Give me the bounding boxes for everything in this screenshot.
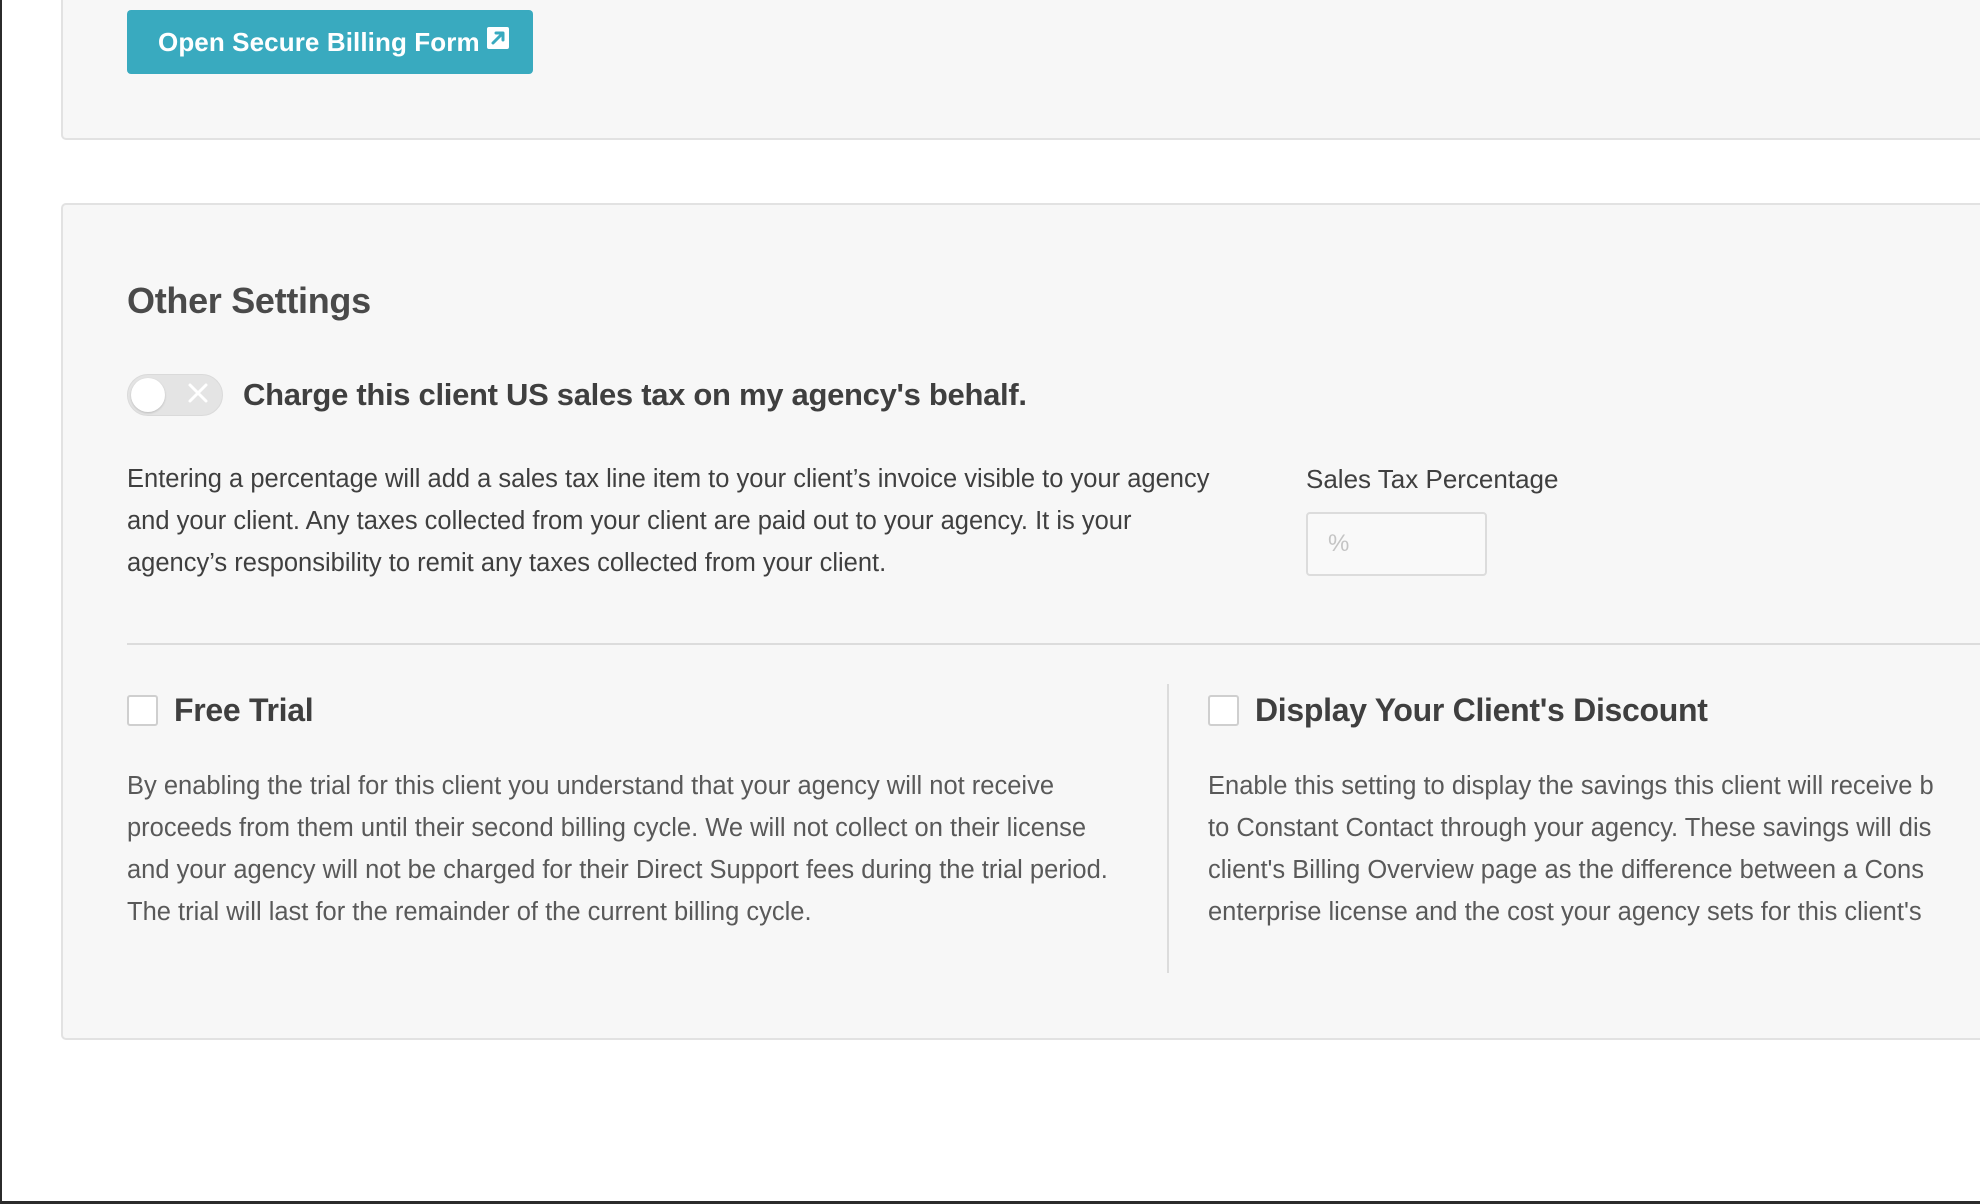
display-discount-checkbox[interactable] — [1208, 695, 1239, 726]
toggle-off-x-icon — [188, 383, 208, 403]
sales-tax-percentage-input[interactable] — [1306, 512, 1487, 576]
free-trial-label: Free Trial — [174, 692, 314, 728]
sales-tax-percentage-label: Sales Tax Percentage — [1306, 464, 1559, 494]
display-discount-description: Enable this setting to display the savin… — [1208, 765, 1980, 933]
discount-description-line: to Constant Contact through your agency.… — [1208, 814, 1932, 842]
discount-description-line: enterprise license and the cost your age… — [1208, 898, 1922, 926]
discount-description-line: client's Billing Overview page as the di… — [1208, 856, 1924, 884]
free-trial-checkbox[interactable] — [127, 695, 158, 726]
sales-tax-toggle[interactable] — [127, 374, 223, 416]
open-secure-billing-form-button[interactable]: Open Secure Billing Form — [127, 10, 533, 74]
sales-tax-toggle-label: Charge this client US sales tax on my ag… — [243, 377, 1027, 412]
section-divider — [127, 643, 1980, 645]
section-title: Other Settings — [127, 280, 371, 321]
column-divider — [1167, 684, 1169, 973]
free-trial-description: By enabling the trial for this client yo… — [127, 772, 1108, 926]
external-link-icon — [486, 27, 509, 49]
display-discount-label: Display Your Client's Discount — [1255, 692, 1708, 728]
discount-description-line: Enable this setting to display the savin… — [1208, 772, 1934, 800]
toggle-knob — [131, 378, 165, 412]
sales-tax-description: Entering a percentage will add a sales t… — [127, 465, 1210, 577]
billing-button-label: Open Secure Billing Form — [158, 26, 480, 57]
window-edge-left — [0, 0, 2, 1204]
